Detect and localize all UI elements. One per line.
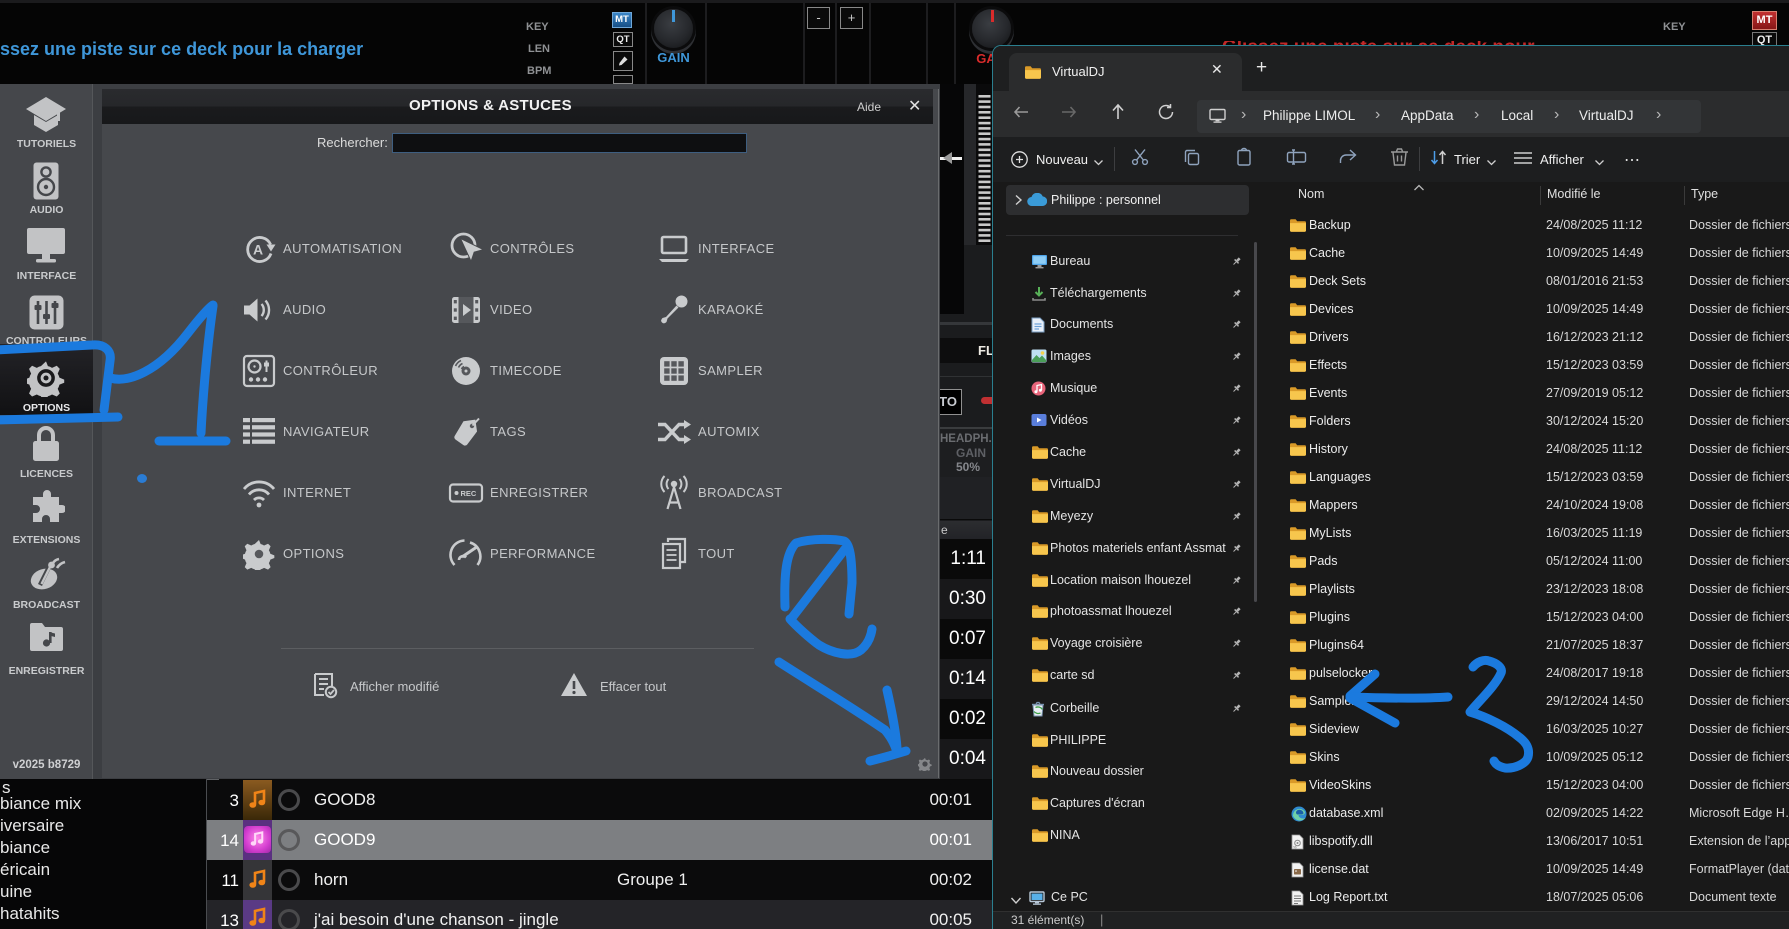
svg-text:%: % (1293, 845, 1297, 850)
svg-text:REC: REC (461, 489, 477, 498)
svg-text:A: A (253, 242, 263, 258)
